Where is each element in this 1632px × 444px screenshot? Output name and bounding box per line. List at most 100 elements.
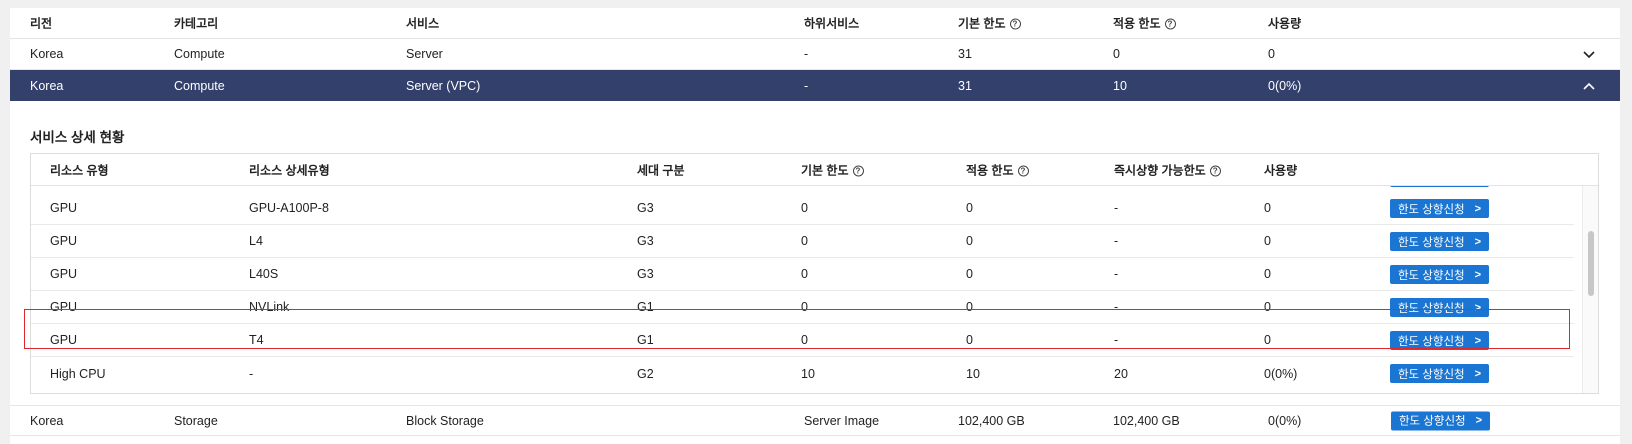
chevron-right-icon: >: [1474, 367, 1482, 380]
cell-usage: 0: [1264, 333, 1271, 347]
button-label: 한도 상향신청: [1397, 368, 1465, 381]
cell-region: Korea: [30, 413, 64, 428]
cell-applied-limit: 0: [966, 201, 973, 215]
cell-generation: G2: [637, 366, 654, 381]
header-service: 서비스: [406, 16, 440, 31]
cell-generation: G3: [637, 267, 654, 281]
cell-resource-type: GPU: [50, 234, 78, 248]
chevron-up-icon[interactable]: [1582, 79, 1596, 93]
cell-applied-limit: 10: [966, 366, 980, 381]
cell-generation: G3: [637, 234, 654, 248]
cell-instant-limit: -: [1114, 333, 1119, 347]
cell-usage: 0: [1264, 234, 1271, 248]
cell-usage: 0(0%): [1268, 78, 1302, 93]
table-row[interactable]: Korea Storage Block Storage Server Image…: [10, 405, 1620, 436]
table-row: GPU NVLink G1 0 0 - 0 한도 상향신청 >: [31, 291, 1574, 324]
header-base-limit-label: 기본 한도: [801, 163, 849, 178]
cell-resource-subtype: T4: [249, 333, 264, 347]
header-generation: 세대 구분: [637, 163, 685, 178]
cell-instant-limit: 20: [1114, 366, 1128, 381]
header-usage: 사용량: [1264, 163, 1298, 178]
cell-generation: G1: [637, 333, 654, 347]
cell-resource-type: High CPU: [50, 366, 106, 381]
cell-generation: G1: [637, 300, 654, 314]
cell-base-limit: 0: [801, 267, 808, 281]
button-label: 한도 상향신청: [1398, 415, 1466, 428]
cell-service: Server (VPC): [406, 78, 481, 93]
table-row-selected[interactable]: Korea Compute Server (VPC) - 31 10 0(0%): [10, 70, 1620, 101]
header-region: 리전: [30, 16, 53, 31]
cell-region: Korea: [30, 78, 64, 93]
cell-usage: 0: [1264, 201, 1271, 215]
header-resource-type: 리소스 유형: [50, 163, 109, 178]
cell-resource-type: GPU: [50, 267, 78, 281]
cell-category: Storage: [174, 413, 218, 428]
chevron-right-icon: >: [1474, 202, 1482, 215]
cell-sub-service: -: [804, 47, 809, 61]
help-icon[interactable]: ?: [1209, 165, 1221, 177]
header-base-limit-label: 기본 한도: [958, 16, 1006, 31]
cell-base-limit: 31: [958, 47, 972, 61]
limits-panel: 리전 카테고리 서비스 하위서비스 기본 한도? 적용 한도? 사용량 Kore…: [10, 8, 1620, 444]
header-sub-service: 하위서비스: [804, 16, 860, 31]
cell-service: Block Storage: [406, 413, 484, 428]
cell-resource-subtype: NVLink: [249, 300, 290, 314]
cell-applied-limit: 102,400 GB: [1113, 413, 1180, 428]
button-label: 한도 상향신청: [1397, 269, 1465, 282]
limit-increase-button[interactable]: 한도 상향신청 >: [1391, 411, 1490, 430]
header-base-limit: 기본 한도?: [801, 162, 864, 179]
scrollbar[interactable]: [1582, 186, 1598, 393]
limit-increase-button[interactable]: 한도 상향신청 >: [1390, 232, 1489, 251]
table-row[interactable]: Korea Compute Server - 31 0 0: [10, 39, 1620, 70]
detail-section-title: 서비스 상세 현황: [30, 130, 125, 145]
cell-usage: 0: [1264, 300, 1271, 314]
table-row-highlighted: GPU T4 G1 0 0 - 0 한도 상향신청 >: [31, 324, 1574, 357]
header-instant-limit-label: 즉시상향 가능한도: [1114, 163, 1206, 178]
cell-sub-service: -: [804, 78, 809, 93]
help-icon[interactable]: ?: [1017, 165, 1029, 177]
limit-increase-button[interactable]: 한도 상향신청 >: [1390, 364, 1489, 383]
detail-table: 리소스 유형 리소스 상세유형 세대 구분 기본 한도? 적용 한도? 즉시상향…: [30, 153, 1599, 394]
cell-base-limit: 0: [801, 234, 808, 248]
table-row: GPU L4 G3 0 0 - 0 한도 상향신청 >: [31, 225, 1574, 258]
cell-category: Compute: [174, 78, 225, 93]
cell-applied-limit: 0: [966, 300, 973, 314]
scrollbar-thumb[interactable]: [1588, 231, 1594, 296]
table-row: GPU L40S G3 0 0 - 0 한도 상향신청 >: [31, 258, 1574, 291]
cell-service: Server: [406, 47, 443, 61]
header-resource-subtype: 리소스 상세유형: [249, 163, 330, 178]
header-base-limit: 기본 한도?: [958, 15, 1021, 32]
help-icon[interactable]: ?: [852, 165, 864, 177]
cell-resource-subtype: L40S: [249, 267, 279, 281]
chevron-right-icon: >: [1474, 301, 1482, 314]
cell-applied-limit: 0: [966, 267, 973, 281]
chevron-down-icon[interactable]: [1582, 48, 1596, 62]
limit-increase-button[interactable]: 한도 상향신청 >: [1390, 298, 1489, 317]
table-row: GPU GPU-A100P-8 G3 0 0 - 0 한도 상향신청 >: [31, 192, 1574, 225]
cell-instant-limit: -: [1114, 267, 1119, 281]
cell-base-limit: 0: [801, 201, 808, 215]
chevron-right-icon: >: [1474, 334, 1482, 347]
cell-sub-service: Server Image: [804, 413, 880, 428]
limit-increase-button[interactable]: 한도 상향신청 >: [1390, 199, 1489, 218]
cell-usage: 0(0%): [1264, 366, 1298, 381]
button-label: 한도 상향신청: [1397, 335, 1465, 348]
chevron-right-icon: >: [1474, 268, 1482, 281]
cell-resource-subtype: GPU-A100P-8: [249, 201, 329, 215]
cell-category: Compute: [174, 47, 225, 61]
cell-usage: 0: [1268, 47, 1275, 61]
button-label: 한도 상향신청: [1397, 302, 1465, 315]
limit-increase-button[interactable]: 한도 상향신청 >: [1390, 265, 1489, 284]
header-category: 카테고리: [174, 16, 219, 31]
limit-increase-button[interactable]: 한도 상향신청 >: [1390, 331, 1489, 350]
cell-instant-limit: -: [1114, 234, 1119, 248]
cell-resource-type: GPU: [50, 201, 78, 215]
help-icon[interactable]: ?: [1009, 18, 1021, 30]
header-applied-limit-label: 적용 한도: [966, 163, 1014, 178]
help-icon[interactable]: ?: [1164, 18, 1176, 30]
cell-region: Korea: [30, 47, 64, 61]
detail-table-header: 리소스 유형 리소스 상세유형 세대 구분 기본 한도? 적용 한도? 즉시상향…: [31, 154, 1598, 186]
cell-resource-subtype: L4: [249, 234, 263, 248]
chevron-right-icon: >: [1474, 235, 1482, 248]
cell-instant-limit: -: [1114, 201, 1119, 215]
